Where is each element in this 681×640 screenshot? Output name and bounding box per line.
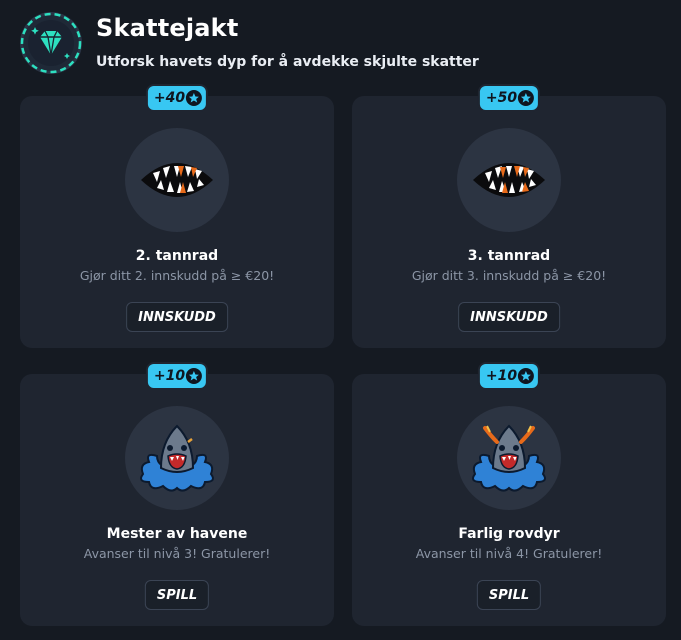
card-description: Gjør ditt 3. innskudd på ≥ €20! — [411, 268, 607, 283]
quest-card: +10 Mester av havene Avanser til nivå 3!… — [20, 362, 334, 626]
card-title: Farlig rovdyr — [458, 526, 560, 542]
reward-badge: +40 — [145, 84, 209, 112]
play-button[interactable]: SPILL — [144, 580, 210, 610]
play-button[interactable]: SPILL — [476, 580, 542, 610]
shark-splash-icon — [125, 406, 229, 510]
reward-badge: +50 — [477, 84, 541, 112]
reward-badge: +10 — [477, 362, 541, 390]
quest-card: +40 2. tannrad Gjør ditt 2. innskudd på … — [20, 84, 334, 348]
deposit-button[interactable]: INNSKUDD — [126, 302, 228, 332]
quest-card: +10 Farlig rovdyr Avanser til nivå 4! Gr… — [352, 362, 666, 626]
reward-amount: +40 — [153, 90, 186, 106]
quest-card: +50 3. tannrad Gjør ditt 3. innskudd på … — [352, 84, 666, 348]
star-coin-icon — [518, 90, 535, 106]
reward-amount: +50 — [485, 90, 518, 106]
star-coin-icon — [186, 368, 203, 384]
reward-amount: +10 — [485, 368, 518, 384]
jaws-icon — [457, 128, 561, 232]
card-title: Mester av havene — [106, 526, 248, 542]
page-header: Skattejakt Utforsk havets dyp for å avde… — [20, 12, 660, 76]
page-title: Skattejakt — [96, 14, 239, 42]
jaws-icon — [125, 128, 229, 232]
card-description: Gjør ditt 2. innskudd på ≥ €20! — [79, 268, 275, 283]
page-subtitle: Utforsk havets dyp for å avdekke skjulte… — [96, 54, 479, 70]
card-description: Avanser til nivå 3! Gratulerer! — [83, 546, 271, 561]
diamond-icon — [20, 12, 82, 74]
reward-badge: +10 — [145, 362, 209, 390]
reward-amount: +10 — [153, 368, 186, 384]
card-description: Avanser til nivå 4! Gratulerer! — [415, 546, 603, 561]
star-coin-icon — [186, 90, 203, 106]
card-title: 3. tannrad — [467, 248, 551, 264]
card-title: 2. tannrad — [135, 248, 219, 264]
deposit-button[interactable]: INNSKUDD — [458, 302, 560, 332]
shark-splash-icon — [457, 406, 561, 510]
star-coin-icon — [518, 368, 535, 384]
